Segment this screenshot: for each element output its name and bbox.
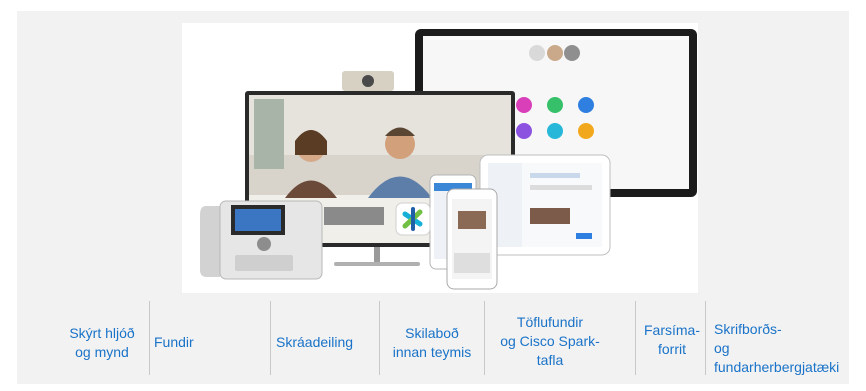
divider — [379, 301, 380, 375]
divider — [484, 301, 485, 375]
feature-label-video: Skýrt hljóð og mynd — [69, 325, 135, 360]
tablet-device — [479, 154, 611, 256]
cisco-spark-logo — [395, 202, 431, 236]
feature-label-mobile-apps: Farsíma- forrit — [644, 322, 700, 357]
room-camera — [342, 71, 394, 91]
feature-label-team-messaging: Skilaboð innan teymis — [392, 325, 472, 360]
cisco-devices-illustration — [182, 23, 698, 293]
desk-ip-phone — [200, 200, 323, 280]
divider — [705, 301, 706, 375]
feature-label-desk-room-devices: Skrifborðs- og fundarherbergjatæki — [714, 321, 840, 375]
feature-label-whiteboarding: Töflufundir og Cisco Spark- tafla — [500, 314, 600, 368]
divider — [149, 301, 150, 375]
feature-label-meetings: Fundir — [154, 334, 194, 350]
feature-label-file-sharing: Skráadeiling — [276, 334, 354, 350]
phone-device-secondary — [446, 188, 498, 290]
divider — [270, 301, 271, 375]
